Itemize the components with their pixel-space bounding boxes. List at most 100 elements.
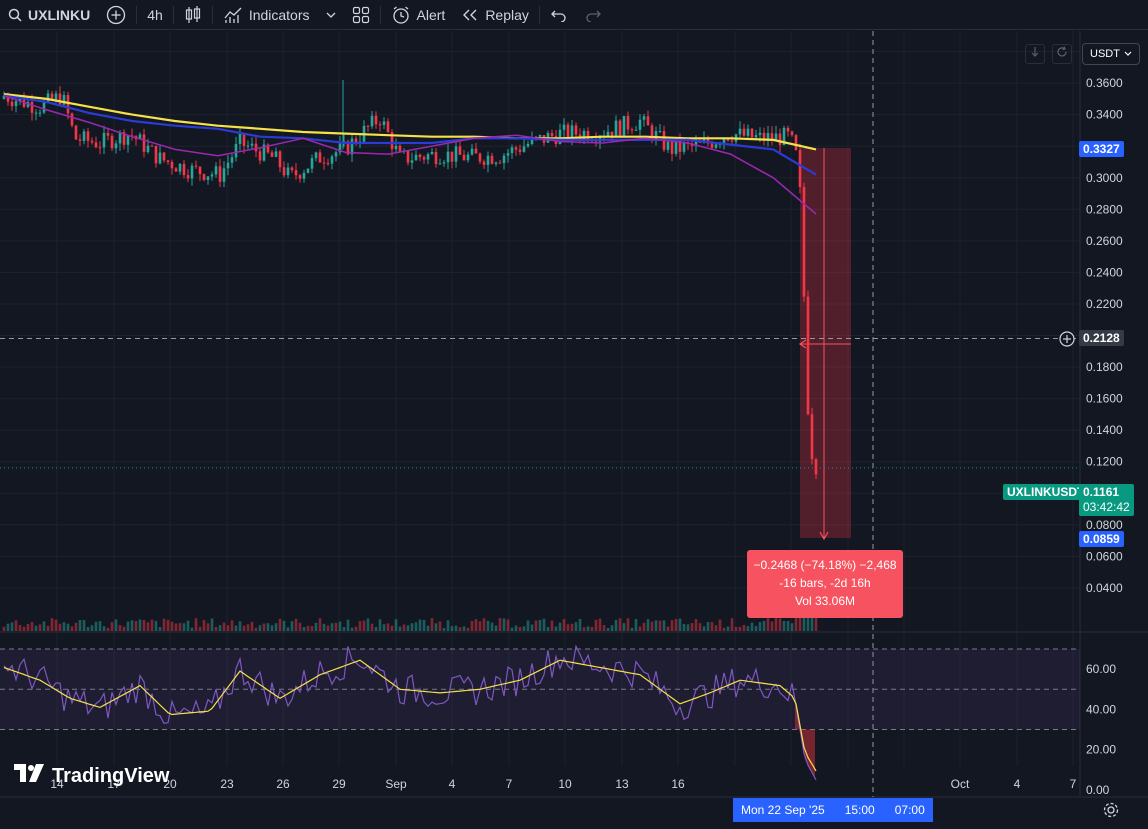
crosshair-time-label: Mon 22 Sep '25 15:00 07:00	[733, 798, 933, 822]
crosshair-time-2: 07:00	[894, 803, 925, 817]
chart-type-button[interactable]	[176, 0, 210, 30]
volume-bar	[646, 619, 650, 631]
volume-bar	[586, 626, 590, 631]
redo-button[interactable]	[576, 0, 610, 30]
download-button[interactable]	[1025, 44, 1045, 64]
layouts-button[interactable]	[344, 0, 378, 30]
candle-body	[378, 124, 382, 126]
volume-bar	[426, 625, 430, 631]
time-axis-label: 26	[276, 777, 290, 791]
candle-body	[550, 133, 554, 137]
volume-bar	[358, 621, 362, 631]
indicators-chart-icon	[223, 6, 243, 24]
volume-bar	[502, 618, 506, 631]
volume-bar	[666, 626, 670, 631]
volume-bar	[698, 623, 702, 631]
volume-bar	[66, 623, 70, 631]
volume-bar	[166, 619, 170, 631]
candle-body	[666, 141, 670, 150]
logo-text: TradingView	[52, 764, 170, 787]
replay-button[interactable]: Replay	[453, 0, 537, 30]
volume-bar	[474, 619, 478, 631]
rsi-tick-label: 20.00	[1086, 743, 1116, 757]
volume-bar	[346, 619, 350, 631]
candle-body	[470, 148, 474, 155]
candle-body	[154, 145, 158, 164]
candle-body	[238, 133, 242, 144]
candle-body	[170, 161, 174, 169]
volume-bar	[658, 620, 662, 631]
indicators-button[interactable]: Indicators	[215, 0, 318, 30]
candle-body	[330, 156, 334, 164]
volume-bar	[630, 627, 634, 631]
volume-bar	[366, 618, 370, 631]
candle-body	[786, 127, 790, 132]
price-chart-canvas[interactable]: 0.38000.36000.34000.32000.30000.28000.26…	[0, 31, 1148, 829]
volume-bar	[170, 621, 174, 631]
chart-area[interactable]: 0.38000.36000.34000.32000.30000.28000.26…	[0, 31, 1148, 829]
volume-bar	[714, 625, 718, 631]
volume-bar	[230, 620, 234, 631]
indicators-dropdown[interactable]	[318, 0, 344, 30]
candle-body	[250, 143, 254, 146]
undo-button[interactable]	[542, 0, 576, 30]
volume-bar	[338, 621, 342, 631]
candle-body	[370, 115, 374, 127]
arrow-down-icon	[1030, 45, 1040, 63]
candle-body	[150, 145, 154, 147]
volume-bar	[118, 625, 122, 631]
compare-symbol-button[interactable]	[98, 0, 134, 30]
volume-bar	[622, 623, 626, 631]
time-axis-label: 29	[332, 777, 346, 791]
volume-bar	[526, 620, 530, 631]
volume-bar	[14, 620, 18, 631]
plus-circle-icon	[1059, 331, 1075, 351]
crosshair-date: Mon 22 Sep '25	[741, 803, 825, 817]
time-axis-label: Sep	[385, 777, 407, 791]
add-alert-crosshair-button[interactable]	[1059, 331, 1075, 352]
volume-bar	[154, 620, 158, 631]
volume-bar	[398, 626, 402, 631]
volume-bar	[626, 618, 630, 631]
candle-body	[466, 154, 470, 161]
candle-body	[742, 128, 746, 136]
currency-button[interactable]: USDT	[1082, 43, 1140, 65]
price-marker-top: 0.3327	[1079, 141, 1124, 157]
volume-bar	[322, 623, 326, 631]
volume-bar	[542, 618, 546, 631]
candle-body	[538, 135, 542, 137]
candle-body	[442, 162, 446, 164]
bar-countdown: 03:42:42	[1083, 500, 1130, 514]
volume-bar	[422, 619, 426, 631]
candle-body	[730, 140, 734, 142]
volume-bar	[414, 622, 418, 631]
time-axis-label: 23	[220, 777, 234, 791]
volume-bar	[38, 624, 42, 631]
candle-body	[770, 133, 774, 140]
interval-button[interactable]: 4h	[139, 0, 171, 30]
volume-bar	[730, 618, 734, 631]
chart-settings-button[interactable]	[1102, 801, 1120, 824]
volume-bar	[314, 622, 318, 631]
volume-bar	[6, 623, 10, 631]
volume-bar	[790, 623, 794, 631]
volume-bar	[98, 621, 102, 631]
volume-bar	[618, 618, 622, 631]
reset-scale-button[interactable]	[1052, 44, 1072, 64]
volume-bar	[158, 627, 162, 631]
candle-body	[194, 165, 198, 167]
candle-body	[374, 115, 378, 125]
candle-body	[106, 132, 110, 136]
last-price: 0.1161	[1083, 485, 1120, 499]
candle-body	[746, 128, 750, 136]
volume-bar	[142, 620, 146, 631]
volume-bar	[562, 619, 566, 631]
volume-bar	[702, 626, 706, 631]
symbol-search-button[interactable]: UXLINKU	[0, 0, 98, 30]
candle-body	[110, 135, 114, 149]
volume-bar	[518, 626, 522, 631]
toolbar-divider	[136, 5, 138, 24]
tradingview-logo[interactable]: TradingView	[14, 764, 169, 788]
candle-body	[310, 158, 314, 169]
alert-button[interactable]: Alert	[383, 0, 454, 30]
